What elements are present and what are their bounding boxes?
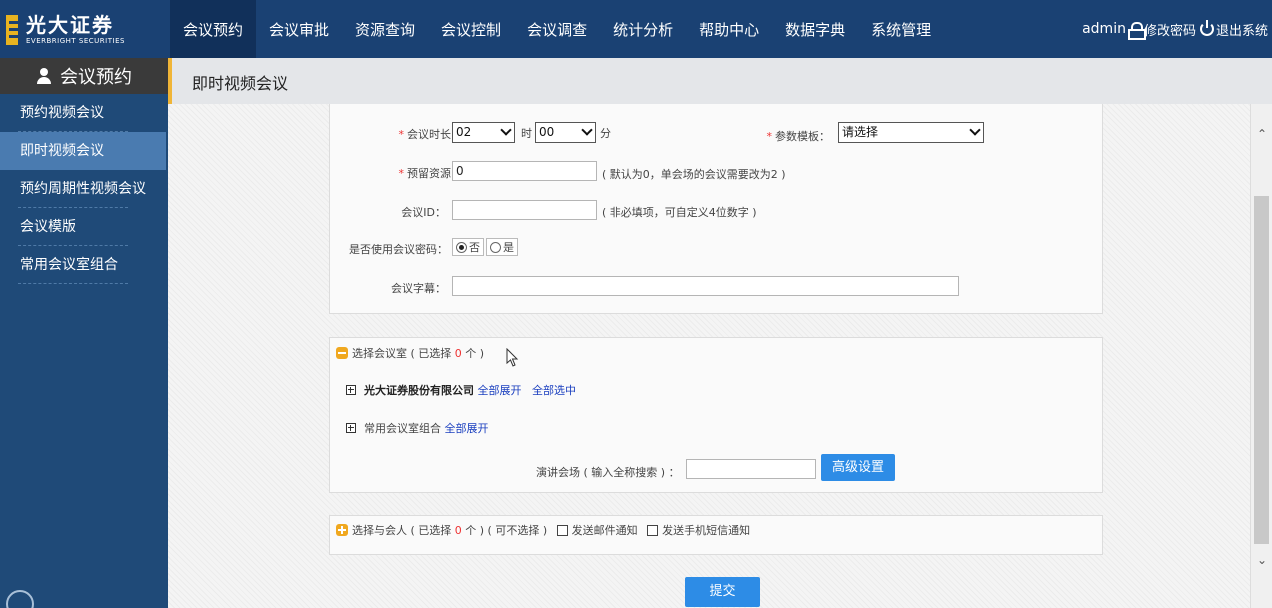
org-tree-node: 光大证券股份有限公司 全部展开 全部选中: [346, 382, 576, 398]
speaker-search-input[interactable]: [686, 459, 816, 479]
chevron-down-icon: [969, 124, 981, 136]
duration-label: * 会议时长：: [398, 128, 463, 141]
password-radio-group: 否 是: [452, 238, 518, 256]
page-title: 即时视频会议: [192, 74, 289, 93]
nav-meeting-booking[interactable]: 会议预约: [170, 0, 257, 58]
collapse-icon[interactable]: [6, 590, 34, 608]
expand-plus-icon[interactable]: [346, 423, 356, 433]
common-expand-all-link[interactable]: 全部展开: [445, 422, 489, 435]
username: admin: [1082, 21, 1126, 37]
meeting-id-hint: ( 非必填项，可自定义4位数字 ): [602, 206, 757, 219]
org-select-all-link[interactable]: 全部选中: [532, 384, 576, 397]
minutes-unit: 分: [600, 127, 611, 140]
user-icon: [36, 68, 52, 84]
chevron-down-icon: [581, 124, 593, 136]
scroll-up-icon[interactable]: ⌃: [1251, 124, 1272, 144]
org-expand-all-link[interactable]: 全部展开: [478, 384, 522, 397]
logo-chinese-name: 光大证券: [26, 13, 114, 37]
subtitle-label: 会议字幕：: [391, 282, 446, 295]
password-label: 是否使用会议密码：: [349, 243, 448, 256]
nav-statistics[interactable]: 统计分析: [600, 0, 686, 58]
power-icon[interactable]: [1199, 20, 1214, 36]
org-name: 光大证券股份有限公司: [364, 384, 474, 397]
template-select[interactable]: 请选择: [838, 122, 984, 143]
sms-notify-checkbox[interactable]: [647, 525, 659, 536]
sidebar-item-instant-video[interactable]: 即时视频会议: [0, 132, 166, 170]
company-logo: 光大证券 EVERBRIGHT SECURITIES: [6, 10, 166, 50]
reserve-input[interactable]: 0: [452, 161, 597, 181]
room-section-header[interactable]: 选择会议室 ( 已选择 0 个 ): [336, 345, 484, 361]
radio-unchecked-icon[interactable]: [490, 241, 501, 253]
logo-mark-icon: [6, 15, 18, 45]
nav-meeting-control[interactable]: 会议控制: [428, 0, 514, 58]
meeting-id-label: 会议ID：: [401, 206, 446, 219]
vertical-scrollbar[interactable]: ⌃ ⌄: [1250, 104, 1272, 608]
logo-english-name: EVERBRIGHT SECURITIES: [26, 37, 125, 45]
sms-notify-label: 发送手机短信通知: [662, 524, 751, 537]
speaker-label: 演讲会场 ( 输入全称搜索 ) ：: [536, 466, 680, 479]
template-label: * 参数模板：: [766, 130, 831, 143]
meeting-form-panel: * 会议时长： 02 时 00 分 * 参数模板： 请选择 * 预留资源： 0 ( 默…: [329, 104, 1103, 314]
duration-hours-select[interactable]: 02: [452, 122, 515, 143]
radio-checked-icon[interactable]: [456, 241, 467, 253]
password-no-option[interactable]: 否: [452, 238, 484, 256]
duration-minutes-select[interactable]: 00: [535, 122, 596, 143]
participant-selection-panel: 选择与会人 ( 已选择 0 个 ) ( 可不选择 ) 发送邮件通知 发送手机短信…: [329, 515, 1103, 555]
lock-icon[interactable]: [1127, 22, 1146, 40]
sidebar-item-meeting-template[interactable]: 会议模版: [0, 208, 168, 246]
sidebar: 会议预约 预约视频会议 即时视频会议 预约周期性视频会议 会议模版 常用会议室组…: [0, 58, 168, 608]
email-notify-label: 发送邮件通知: [571, 524, 638, 537]
submit-button[interactable]: 提交: [685, 577, 760, 607]
scroll-down-icon[interactable]: ⌄: [1251, 550, 1272, 570]
expand-plus-icon[interactable]: [346, 385, 356, 395]
subtitle-input[interactable]: [452, 276, 959, 296]
hours-unit: 时: [521, 127, 532, 140]
nav-data-dictionary[interactable]: 数据字典: [772, 0, 858, 58]
common-group-name: 常用会议室组合: [364, 422, 441, 435]
reserve-label: * 预留资源：: [398, 167, 463, 180]
nav-meeting-approval[interactable]: 会议审批: [256, 0, 342, 58]
reserve-hint: ( 默认为0，单会场的会议需要改为2 ): [602, 168, 786, 181]
sidebar-item-room-group[interactable]: 常用会议室组合: [0, 246, 168, 284]
meeting-id-input[interactable]: [452, 200, 597, 220]
common-group-node: 常用会议室组合 全部展开: [346, 420, 489, 436]
chevron-down-icon: [500, 124, 512, 136]
sidebar-header: 会议预约: [0, 58, 168, 94]
scrollbar-thumb[interactable]: [1254, 196, 1269, 544]
sidebar-item-periodic-video[interactable]: 预约周期性视频会议: [0, 170, 168, 208]
user-area: admin 修改密码 退出系统: [1082, 0, 1268, 58]
main-content: * 会议时长： 02 时 00 分 * 参数模板： 请选择 * 预留资源： 0 ( 默…: [168, 104, 1250, 608]
top-navigation-bar: 光大证券 EVERBRIGHT SECURITIES 会议预约 会议审批 资源查…: [0, 0, 1272, 58]
collapse-icon[interactable]: [336, 347, 348, 359]
breadcrumb: 即时视频会议: [168, 58, 1272, 104]
sidebar-item-scheduled-video[interactable]: 预约视频会议: [0, 94, 168, 132]
email-notify-checkbox[interactable]: [556, 525, 568, 536]
change-password-link[interactable]: 修改密码: [1144, 20, 1196, 39]
room-selection-panel: 选择会议室 ( 已选择 0 个 ) 光大证券股份有限公司 全部展开 全部选中 常…: [329, 337, 1103, 493]
logout-link[interactable]: 退出系统: [1216, 20, 1268, 39]
sidebar-title: 会议预约: [60, 67, 132, 88]
participant-selected-count: 0: [454, 524, 462, 537]
nav-meeting-survey[interactable]: 会议调查: [514, 0, 600, 58]
expand-icon[interactable]: [336, 524, 348, 536]
participant-section-header: 选择与会人 ( 已选择 0 个 ) ( 可不选择 ) 发送邮件通知 发送手机短信…: [336, 522, 750, 538]
room-selected-count: 0: [454, 347, 462, 360]
nav-help-center[interactable]: 帮助中心: [686, 0, 772, 58]
password-yes-option[interactable]: 是: [486, 238, 518, 256]
advanced-settings-button[interactable]: 高级设置: [821, 454, 895, 481]
nav-resource-query[interactable]: 资源查询: [342, 0, 428, 58]
nav-system-management[interactable]: 系统管理: [858, 0, 944, 58]
main-nav: 会议预约 会议审批 资源查询 会议控制 会议调查 统计分析 帮助中心 数据字典 …: [170, 0, 944, 58]
